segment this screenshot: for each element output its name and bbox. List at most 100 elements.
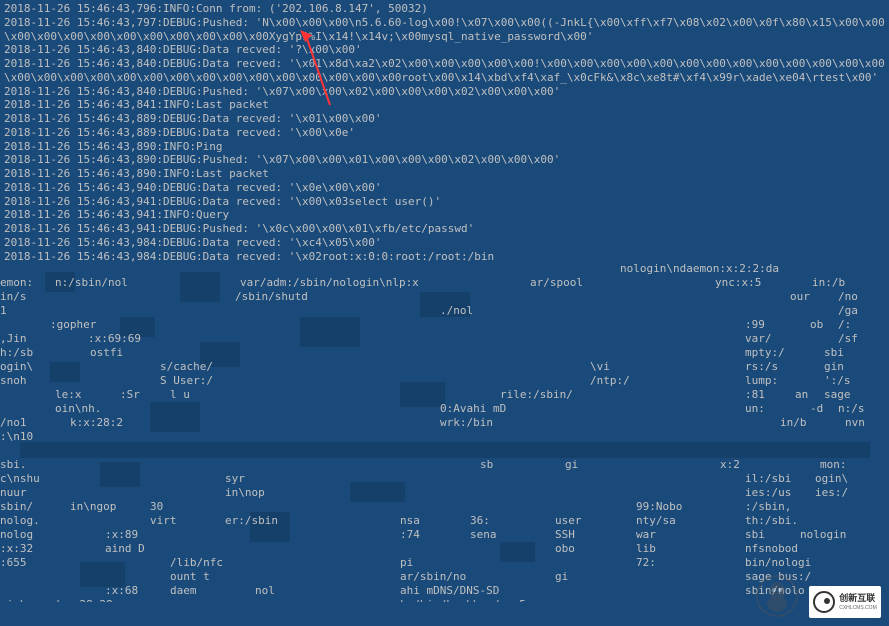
- obscured-fragment: ar/spool: [530, 276, 583, 290]
- log-line: 2018-11-26 15:46:43,841:INFO:Last packet: [4, 98, 885, 112]
- obscured-fragment: s/cache/: [160, 360, 213, 374]
- obscured-fragment: :655: [0, 556, 27, 570]
- log-line: 2018-11-26 15:46:43,940:DEBUG:Data recve…: [4, 181, 885, 195]
- obscured-fragment: daem: [170, 584, 197, 598]
- log-line: 2018-11-26 15:46:43,941:DEBUG:Pushed: '\…: [4, 222, 885, 236]
- log-line: 2018-11-26 15:46:43,840:DEBUG:Pushed: '\…: [4, 85, 885, 99]
- obscured-fragment: gin: [824, 360, 844, 374]
- obscured-fragment: 36:: [470, 514, 490, 528]
- obscured-fragment: gi: [555, 570, 568, 584]
- obscured-fragment: ,Jin: [0, 332, 27, 346]
- obscured-fragment: th:/sbi.: [745, 514, 798, 528]
- watermark-text: 创新互联: [839, 593, 877, 604]
- obscured-fragment: in/s: [0, 290, 27, 304]
- obscured-fragment: gin\nnscd:x:28:28: [0, 598, 113, 602]
- obscured-fragment: pi: [400, 556, 413, 570]
- obscured-fragment: SSH: [555, 528, 575, 542]
- obscured-fragment: /:: [838, 318, 851, 332]
- obscured-fragment: 0:Avahi mD: [440, 402, 506, 416]
- log-line: 2018-11-26 15:46:43,797:DEBUG:Pushed: 'N…: [4, 16, 885, 44]
- obscured-fragment: in\ngop: [70, 500, 116, 514]
- obscured-fragment: il:/sbi: [745, 472, 791, 486]
- obscured-fragment: /ntp:/: [590, 374, 630, 388]
- obscured-fragment: lib: [636, 542, 656, 556]
- obscured-fragment: ahi mDNS/DNS-SD: [400, 584, 499, 598]
- linux-penguin-icon: [755, 574, 799, 618]
- obscured-fragment: ogin\: [0, 360, 33, 374]
- obscured-fragment: nty/sa: [636, 514, 676, 528]
- obscured-fragment: /sf: [838, 332, 858, 346]
- obscured-fragment: nol: [255, 584, 275, 598]
- obscured-fragment: nvn: [845, 416, 865, 430]
- obscured-fragment: x:2: [720, 458, 740, 472]
- obscured-fragment: in\nop: [225, 486, 265, 500]
- obscured-fragment: :99: [745, 318, 765, 332]
- obscured-fragment: -d: [810, 402, 823, 416]
- obscured-fragment: :Sr: [120, 388, 140, 402]
- obscured-fragment: 99:Nobo: [636, 500, 682, 514]
- obscured-fragment: ies:/: [815, 486, 848, 500]
- log-output: 2018-11-26 15:46:43,796:INFO:Conn from: …: [4, 2, 885, 263]
- obscured-fragment: obo: [555, 542, 575, 556]
- obscured-fragment: ./nol: [440, 304, 473, 318]
- obscured-fragment: mpty:/: [745, 346, 785, 360]
- obscured-fragment: ync:x:5: [715, 276, 761, 290]
- watermark-subtext: CXHLCMS.COM: [839, 605, 877, 611]
- obscured-fragment: :x:69:69: [88, 332, 141, 346]
- obscured-fragment: ogin\: [815, 472, 848, 486]
- obscured-fragment: :/sbin,: [745, 500, 791, 514]
- obscured-fragment: lump:: [745, 374, 778, 388]
- obscured-fragment: :gopher: [50, 318, 96, 332]
- obscured-fragment: nologin: [800, 528, 846, 542]
- obscured-fragment: sbin/: [0, 500, 33, 514]
- obscured-fragment: n:/sbin/nol: [55, 276, 128, 290]
- obscured-fragment: our: [790, 290, 810, 304]
- obscured-fragment: :x:68: [105, 584, 138, 598]
- obscured-fragment: :74: [400, 528, 420, 542]
- obscured-fragment: /no1: [0, 416, 27, 430]
- obscured-fragment: war: [636, 528, 656, 542]
- obscured-fragment: sena: [470, 528, 497, 542]
- obscured-fragment: :\n10: [0, 430, 33, 444]
- log-line: 2018-11-26 15:46:43,890:DEBUG:Pushed: '\…: [4, 153, 885, 167]
- obscured-fragment: aind D: [105, 542, 145, 556]
- log-line: 2018-11-26 15:46:43,889:DEBUG:Data recve…: [4, 126, 885, 140]
- obscured-fragment: ':/s: [824, 374, 851, 388]
- log-line: 2018-11-26 15:46:43,984:DEBUG:Data recve…: [4, 236, 885, 250]
- obscured-fragment: sbi: [824, 346, 844, 360]
- obscured-fragment: nsa: [400, 514, 420, 528]
- obscured-fragment: /lib/nfc: [170, 556, 223, 570]
- obscured-fragment: sb: [480, 458, 493, 472]
- obscured-fragment: :81: [745, 388, 765, 402]
- watermark-logo-icon: [813, 591, 835, 613]
- obscured-fragment: var/adm:/sbin/nologin\nlp:x: [240, 276, 419, 290]
- obscured-fragment: 30: [150, 500, 163, 514]
- obscured-fragment: an: [795, 388, 808, 402]
- obscured-fragment: sage: [824, 388, 851, 402]
- obscured-fragment: user: [555, 514, 582, 528]
- obscured-fragment: /no: [838, 290, 858, 304]
- log-line: 2018-11-26 15:46:43,889:DEBUG:Data recve…: [4, 112, 885, 126]
- obscured-fragment: rs:/s: [745, 360, 778, 374]
- obscured-fragment: er:/sbin: [225, 514, 278, 528]
- obscured-fragment: l u: [170, 388, 190, 402]
- obscured-fragment: wrk:/bin: [440, 416, 493, 430]
- obscured-fragment: emon:: [0, 276, 33, 290]
- obscured-fragment: ob: [810, 318, 823, 332]
- obscured-fragment: h:/sb: [0, 346, 33, 360]
- obscured-fragment: nolog: [0, 528, 33, 542]
- obscured-fragment: gi: [565, 458, 578, 472]
- obscured-fragment: :x:32: [0, 542, 33, 556]
- obscured-fragment: n:/s: [838, 402, 865, 416]
- obscured-fragment: sbi.: [0, 458, 27, 472]
- obscured-fragment: /sbin/shutd: [235, 290, 308, 304]
- obscured-fragment: nolog.: [0, 514, 40, 528]
- log-line: 2018-11-26 15:46:43,941:DEBUG:Data recve…: [4, 195, 885, 209]
- obscured-fragment: mon:: [820, 458, 847, 472]
- obscured-fragment: ostfi: [90, 346, 123, 360]
- obscured-fragment: le:x: [55, 388, 82, 402]
- log-line: 2018-11-26 15:46:43,890:INFO:Last packet: [4, 167, 885, 181]
- log-line: 2018-11-26 15:46:43,796:INFO:Conn from: …: [4, 2, 885, 16]
- obscured-fragment: ar/sbin/no: [400, 570, 466, 584]
- obscured-fragment: nuur: [0, 486, 27, 500]
